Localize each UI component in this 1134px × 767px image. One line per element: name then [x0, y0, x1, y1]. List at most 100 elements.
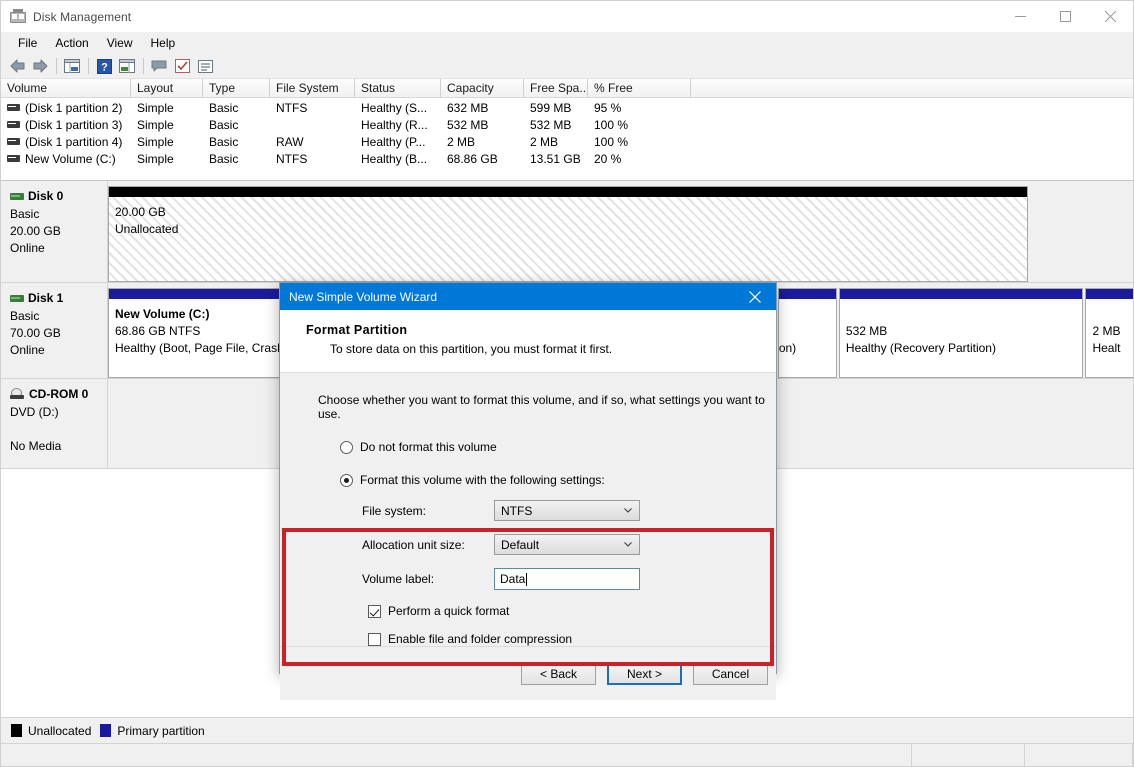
- dialog-title-bar: New Simple Volume Wizard: [280, 283, 776, 310]
- toolbar-separator: [143, 58, 144, 74]
- volume-label-input[interactable]: Data: [494, 568, 640, 590]
- partition-unallocated-disk0[interactable]: 20.00 GB Unallocated: [108, 186, 1028, 282]
- legend-item-unallocated: Unallocated: [11, 724, 91, 738]
- cell-volume: New Volume (C:): [25, 152, 116, 166]
- radio-button-on-icon: [340, 474, 353, 487]
- dialog-close-button[interactable]: [734, 283, 776, 310]
- legend-label-unallocated: Unallocated: [28, 724, 91, 738]
- volume-icon: [7, 121, 20, 128]
- label-allocation-unit-size: Allocation unit size:: [362, 538, 494, 552]
- cell-type: Basic: [203, 134, 270, 151]
- cell-percent-free: 100 %: [588, 117, 691, 134]
- table-row[interactable]: New Volume (C:) Simple Basic NTFS Health…: [1, 151, 1133, 168]
- disk-status: Online: [10, 342, 107, 359]
- partition-recovery[interactable]: 532 MB Healthy (Recovery Partition): [839, 288, 1084, 378]
- cell-volume: (Disk 1 partition 3): [25, 118, 122, 132]
- volume-list-rows: (Disk 1 partition 2) Simple Basic NTFS H…: [1, 98, 1133, 168]
- disk-icon: [10, 295, 24, 302]
- window-title: Disk Management: [33, 10, 131, 24]
- table-row[interactable]: (Disk 1 partition 4) Simple Basic RAW He…: [1, 134, 1133, 151]
- cell-type: Basic: [203, 117, 270, 134]
- dialog-header: Format Partition To store data on this p…: [280, 310, 776, 373]
- back-icon[interactable]: [6, 56, 28, 76]
- partition-continued[interactable]: on): [778, 288, 837, 378]
- radio-format-volume[interactable]: Format this volume with the following se…: [340, 473, 776, 487]
- field-volume-label: Volume label: Data: [362, 568, 776, 590]
- list-view-icon[interactable]: [194, 56, 216, 76]
- label-volume-label: Volume label:: [362, 572, 494, 586]
- legend-swatch-unallocated: [11, 724, 22, 737]
- toolbar-separator: [88, 58, 89, 74]
- close-button[interactable]: [1088, 1, 1133, 32]
- radio-do-not-format[interactable]: Do not format this volume: [340, 440, 776, 454]
- column-header-status[interactable]: Status: [355, 79, 441, 97]
- partition-state: Healthy (Recovery Partition): [846, 340, 1077, 357]
- dialog-footer: < Back Next > Cancel: [280, 646, 776, 700]
- disk-name: CD-ROM 0: [29, 387, 88, 401]
- cell-status: Healthy (P...: [355, 134, 441, 151]
- column-header-free-space[interactable]: Free Spa...: [524, 79, 588, 97]
- rescan-disks-icon[interactable]: [171, 56, 193, 76]
- menu-file[interactable]: File: [9, 34, 46, 52]
- table-row[interactable]: (Disk 1 partition 2) Simple Basic NTFS H…: [1, 100, 1133, 117]
- back-button[interactable]: < Back: [521, 662, 596, 685]
- cell-type: Basic: [203, 100, 270, 117]
- disk-row-disk-0[interactable]: Disk 0 Basic 20.00 GB Online 20.00 GB Un…: [1, 181, 1133, 283]
- disk-name: Disk 1: [28, 291, 63, 305]
- column-header-layout[interactable]: Layout: [131, 79, 203, 97]
- disk-management-window: Disk Management File Action View Help: [0, 0, 1134, 767]
- column-header-file-system[interactable]: File System: [270, 79, 355, 97]
- disk-info-disk-0[interactable]: Disk 0 Basic 20.00 GB Online: [1, 181, 108, 282]
- checkbox-checked-icon: [368, 605, 381, 618]
- svg-text:?: ?: [101, 61, 108, 73]
- disk-name: Disk 0: [28, 189, 63, 203]
- help-icon[interactable]: ?: [93, 56, 115, 76]
- checkbox-quick-format-label: Perform a quick format: [388, 604, 509, 618]
- column-header-percent-free[interactable]: % Free: [588, 79, 691, 97]
- partition-body: 532 MB Healthy (Recovery Partition): [840, 299, 1083, 377]
- menu-help[interactable]: Help: [142, 34, 185, 52]
- cell-file-system: NTFS: [270, 151, 355, 168]
- allocation-unit-size-combobox[interactable]: Default: [494, 534, 640, 555]
- show-hide-console-tree-icon[interactable]: [61, 56, 83, 76]
- disk-info-disk-1[interactable]: Disk 1 Basic 70.00 GB Online: [1, 283, 108, 378]
- cell-percent-free: 20 %: [588, 151, 691, 168]
- chevron-down-icon: [624, 542, 632, 547]
- window-controls: [998, 1, 1133, 32]
- properties-icon[interactable]: [148, 56, 170, 76]
- partition-bar: [840, 289, 1083, 299]
- table-row[interactable]: (Disk 1 partition 3) Simple Basic Health…: [1, 117, 1133, 134]
- partition-small[interactable]: 2 MB Healt: [1085, 288, 1133, 378]
- cell-percent-free: 100 %: [588, 134, 691, 151]
- radio-do-not-format-label: Do not format this volume: [360, 440, 497, 454]
- show-hide-action-pane-icon[interactable]: [116, 56, 138, 76]
- status-bar-main: [1, 744, 912, 766]
- disk-status: Online: [10, 240, 107, 257]
- minimize-button[interactable]: [998, 1, 1043, 32]
- cell-volume: (Disk 1 partition 2): [25, 101, 122, 115]
- column-header-type[interactable]: Type: [203, 79, 270, 97]
- file-system-combobox[interactable]: NTFS: [494, 500, 640, 521]
- partition-body: 2 MB Healt: [1086, 299, 1133, 377]
- checkbox-enable-compression[interactable]: Enable file and folder compression: [368, 632, 776, 646]
- status-bar-segment: [1025, 744, 1133, 766]
- cell-file-system: RAW: [270, 134, 355, 151]
- disk-title-cdrom-0: CD-ROM 0: [10, 387, 107, 401]
- column-header-volume[interactable]: Volume: [1, 79, 131, 97]
- disk-type: Basic: [10, 206, 107, 223]
- partition-state: Unallocated: [115, 221, 1021, 238]
- menu-action[interactable]: Action: [46, 34, 97, 52]
- cell-capacity: 2 MB: [441, 134, 524, 151]
- cancel-button[interactable]: Cancel: [693, 662, 768, 685]
- column-header-capacity[interactable]: Capacity: [441, 79, 524, 97]
- cell-free-space: 532 MB: [524, 117, 588, 134]
- next-button[interactable]: Next >: [607, 662, 682, 685]
- maximize-button[interactable]: [1043, 1, 1088, 32]
- dialog-title: New Simple Volume Wizard: [289, 290, 437, 304]
- forward-icon[interactable]: [29, 56, 51, 76]
- disk-graph-spacer: [1033, 186, 1133, 282]
- menu-view[interactable]: View: [98, 34, 142, 52]
- disk-info-cdrom-0[interactable]: CD-ROM 0 DVD (D:) No Media: [1, 379, 108, 468]
- legend-item-primary-partition: Primary partition: [100, 724, 204, 738]
- checkbox-quick-format[interactable]: Perform a quick format: [368, 604, 776, 618]
